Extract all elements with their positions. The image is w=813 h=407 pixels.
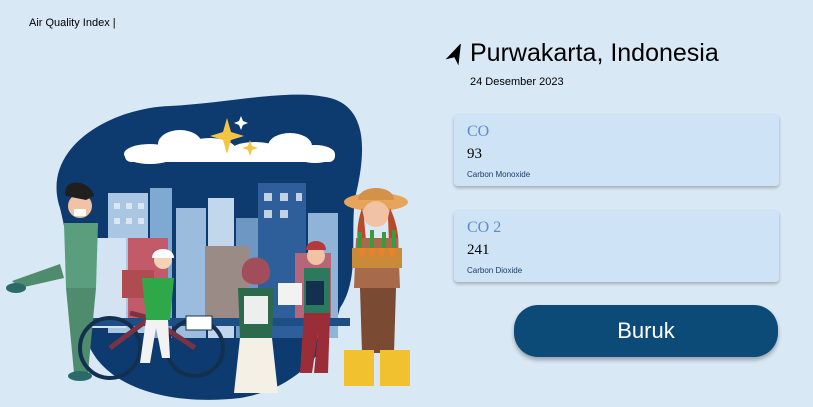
reading-code: CO 2 bbox=[467, 219, 502, 236]
location-date: 24 Desember 2023 bbox=[470, 76, 564, 88]
reading-description: Carbon Monoxide bbox=[467, 170, 531, 179]
location-header: Purwakarta, Indonesia bbox=[443, 38, 719, 68]
co-reading-card: CO 93 Carbon Monoxide bbox=[454, 114, 779, 186]
person-stretching bbox=[6, 182, 98, 381]
reading-value: 241 bbox=[467, 242, 490, 258]
navigation-arrow-icon bbox=[445, 44, 461, 66]
city-illustration bbox=[6, 94, 410, 400]
air-quality-status-button[interactable]: Buruk bbox=[514, 305, 778, 357]
location-city: Purwakarta, Indonesia bbox=[470, 38, 719, 67]
reading-value: 93 bbox=[467, 146, 482, 162]
co2-reading-card: CO 2 241 Carbon Dioxide bbox=[454, 210, 779, 282]
app-title: Air Quality Index | bbox=[29, 17, 116, 29]
reading-description: Carbon Dioxide bbox=[467, 266, 523, 275]
reading-code: CO bbox=[467, 123, 490, 140]
person-farmer bbox=[344, 188, 410, 386]
